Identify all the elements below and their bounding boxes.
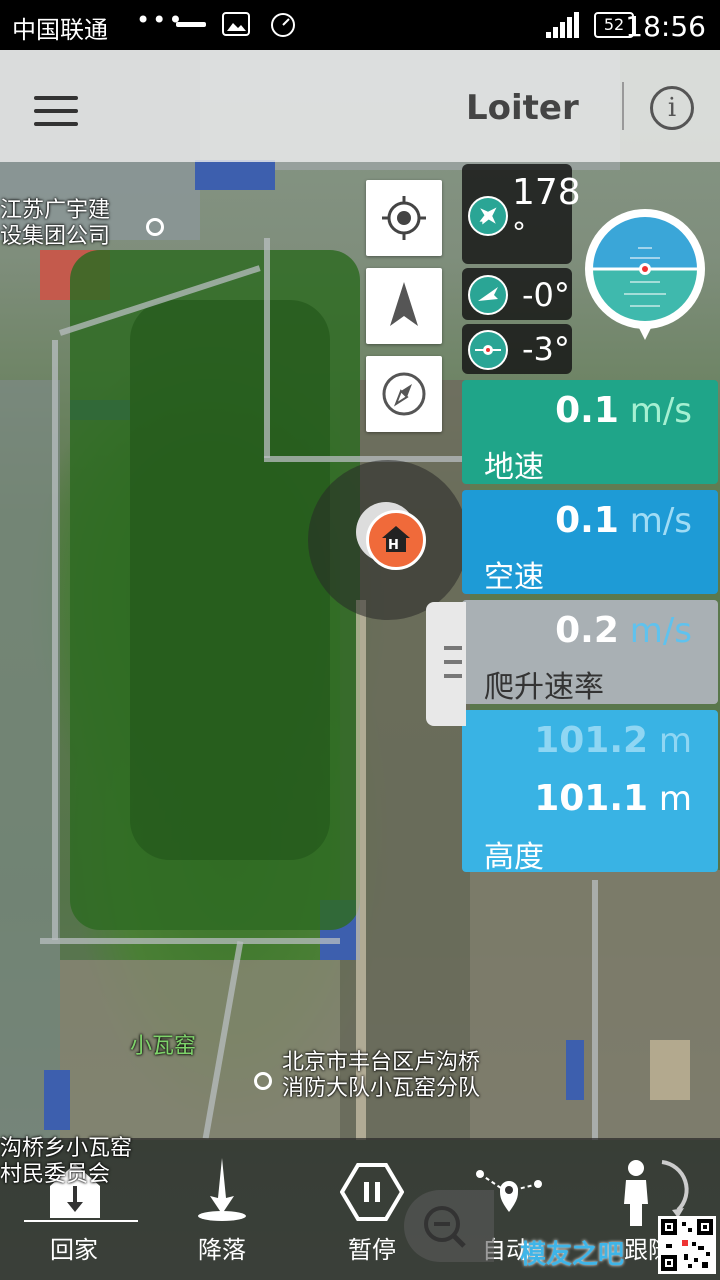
map-road — [264, 456, 464, 462]
map-roof-blue — [566, 1040, 584, 1100]
image-icon — [222, 12, 250, 36]
poi-dot-icon — [254, 1072, 272, 1090]
air-speed-label: 空速 — [484, 560, 544, 595]
altitude-value: 101.1 — [534, 778, 649, 819]
pitch-value: -0° — [522, 276, 570, 314]
plane-icon — [468, 196, 508, 236]
speed-icon — [271, 13, 295, 37]
home-marker-label: H — [388, 538, 399, 553]
climb-rate-label: 爬升速率 — [484, 670, 604, 705]
air-speed-unit: m/s — [618, 501, 692, 541]
status-bar: 中国联通 ••• 52 18:56 — [0, 0, 720, 50]
ground-speed-value: 0.1 — [555, 390, 619, 431]
carrier-name: 中国联通 — [12, 16, 108, 44]
top-bar: Loiter i — [0, 50, 720, 162]
attitude-indicator-icon[interactable] — [584, 208, 706, 342]
flight-mode[interactable]: Loiter — [466, 88, 579, 128]
map-block — [0, 380, 60, 1140]
air-speed-card: 0.1 m/s 空速 — [462, 490, 718, 595]
locate-icon — [382, 196, 426, 240]
map-forest — [130, 300, 330, 860]
air-speed-value: 0.1 — [555, 500, 619, 541]
land-button[interactable]: 降落 — [150, 1138, 294, 1280]
map-road — [40, 938, 340, 944]
home-label: 回家 — [50, 1236, 98, 1264]
panel-handle[interactable] — [426, 602, 466, 726]
altitude-target-unit: m — [648, 721, 692, 761]
map-block — [650, 1040, 690, 1100]
altitude-label: 高度 — [484, 840, 544, 875]
ground-speed-card: 0.1 m/s 地速 — [462, 380, 718, 485]
zoom-out-icon — [424, 1206, 466, 1248]
map-road — [52, 340, 58, 940]
altitude-unit: m — [648, 779, 692, 819]
phone-icon — [176, 22, 206, 27]
divider — [622, 82, 624, 130]
land-icon — [198, 1158, 246, 1221]
heading-value: 178 — [512, 172, 581, 213]
pause-icon — [340, 1163, 404, 1221]
zoom-out-button[interactable] — [404, 1190, 494, 1262]
compass-button[interactable] — [366, 356, 442, 432]
pitch-icon — [468, 275, 508, 315]
altitude-target-value: 101.2 — [534, 720, 649, 761]
heading-unit: ° — [512, 216, 526, 249]
altitude-card: 101.2 m 101.1 m 高度 — [462, 710, 718, 875]
map-road — [592, 880, 598, 1140]
home-marker-icon[interactable]: H — [356, 502, 428, 574]
signal-icon — [546, 12, 579, 38]
heading-tile: 178 ° — [462, 164, 581, 264]
poi-dot-icon — [146, 218, 164, 236]
qr-code-icon — [658, 1216, 716, 1274]
map-label-committee: 沟桥乡小瓦窑 村民委员会 — [0, 1136, 133, 1187]
roll-icon — [468, 330, 508, 370]
handle-icon — [444, 646, 462, 678]
climb-rate-value: 0.2 — [555, 610, 619, 651]
map-roof-blue — [195, 160, 275, 190]
map-roof-blue — [44, 1070, 70, 1130]
watermark-logo: 模友之吧 — [520, 1240, 625, 1270]
climb-rate-unit: m/s — [618, 611, 692, 651]
ground-speed-unit: m/s — [618, 391, 692, 431]
info-icon[interactable]: i — [650, 86, 694, 130]
compass-icon — [382, 372, 426, 416]
follow-drone-button[interactable] — [366, 268, 442, 344]
locate-button[interactable] — [366, 180, 442, 256]
map-label-village: 小瓦窑 — [130, 1034, 197, 1059]
land-label: 降落 — [198, 1236, 246, 1264]
menu-icon[interactable] — [34, 96, 78, 126]
navigation-arrow-icon — [390, 282, 418, 326]
map-label-company: 江苏广宇建 设集团公司 — [0, 198, 111, 249]
pitch-tile: -0° — [462, 268, 572, 320]
ground-speed-label: 地速 — [484, 450, 544, 485]
climb-rate-card: 0.2 m/s 爬升速率 — [462, 600, 718, 705]
clock: 18:56 — [625, 10, 706, 43]
map-label-fire-brigade: 北京市丰台区卢沟桥 消防大队小瓦窑分队 — [282, 1050, 481, 1101]
roll-tile: -3° — [462, 324, 572, 374]
map-road — [264, 238, 270, 458]
roll-value: -3° — [522, 330, 570, 368]
